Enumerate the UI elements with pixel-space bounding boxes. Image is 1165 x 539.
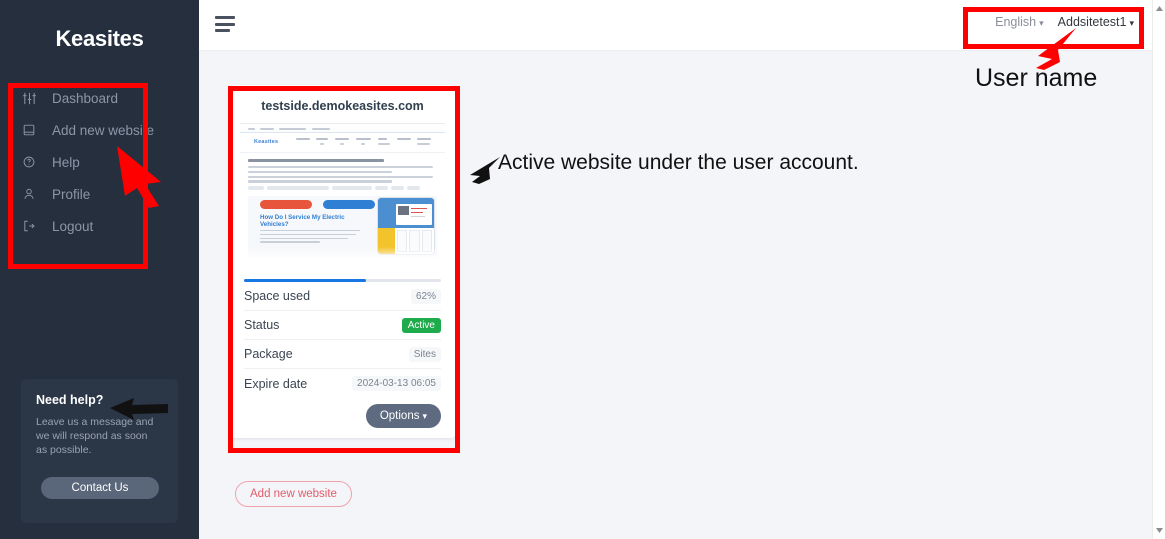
hamburger-icon[interactable] — [215, 16, 237, 36]
contact-us-button[interactable]: Contact Us — [41, 477, 159, 499]
sidebar-item-logout[interactable]: Logout — [22, 210, 199, 242]
sidebar-item-label: Add new website — [52, 122, 155, 138]
table-row: Space used 62% — [244, 282, 441, 311]
status-badge: Active — [401, 317, 441, 333]
chevron-down-icon: ▾ — [422, 411, 427, 421]
preview-hero-paragraph — [260, 229, 360, 246]
question-circle-icon — [22, 153, 46, 171]
brand-logo: Keasites — [55, 26, 144, 51]
logout-arrow-icon — [22, 217, 46, 235]
add-new-website-button[interactable]: Add new website — [235, 481, 352, 507]
help-card-text: Leave us a message and we will respond a… — [36, 416, 154, 456]
preview-fade-overlay — [240, 247, 445, 265]
preview-utility-bar — [240, 124, 445, 133]
website-preview-thumbnail[interactable]: Keasites How Do I Service My Electric Ve… — [240, 123, 445, 265]
app-root: Keasites Dashboard Add new website Help … — [0, 0, 1165, 539]
help-card: Need help? Leave us a message and we wil… — [21, 379, 178, 523]
row-label: Status — [244, 318, 280, 332]
chevron-down-icon: ▾ — [1129, 18, 1134, 28]
scroll-down-arrow-icon[interactable] — [1153, 524, 1165, 537]
row-label: Package — [244, 347, 293, 361]
sidebar-item-label: Logout — [52, 218, 94, 234]
sidebar-item-label: Dashboard — [52, 90, 119, 106]
table-row: Expire date 2024-03-13 06:05 — [244, 369, 441, 398]
browser-window-icon — [22, 121, 46, 139]
user-name-label: Addsitetest1 — [1057, 15, 1127, 29]
preview-body: How Do I Service My Electric Vehicles? — [240, 153, 445, 258]
topbar-right-controls: English ▾ Addsitetest1 ▾ — [995, 15, 1134, 29]
sidebar-item-profile[interactable]: Profile — [22, 178, 199, 210]
hamburger-line — [215, 22, 235, 26]
sliders-icon — [22, 89, 46, 107]
website-card-details: Space used 62% Status Active Package Sit… — [244, 282, 441, 398]
preview-navbar: Keasites — [240, 133, 445, 153]
page-scrollbar[interactable] — [1152, 0, 1165, 539]
language-selector[interactable]: English ▾ — [995, 15, 1044, 29]
row-label: Space used — [244, 289, 311, 303]
website-domain: testside.demokeasites.com — [261, 99, 424, 113]
chevron-down-icon: ▾ — [1039, 18, 1044, 28]
preview-app-store-button — [323, 199, 375, 209]
options-row: Options ▾ — [230, 398, 455, 430]
row-value: 2024-03-13 06:05 — [352, 376, 441, 391]
sidebar-item-label: Help — [52, 154, 80, 170]
preview-google-play-button — [260, 199, 312, 209]
table-row: Status Active — [244, 311, 441, 340]
preview-tablet-mockup — [377, 196, 435, 255]
table-row: Package Sites — [244, 340, 441, 369]
hamburger-line — [215, 29, 230, 32]
sidebar-item-label: Profile — [52, 186, 91, 202]
sidebar-item-dashboard[interactable]: Dashboard — [22, 82, 199, 114]
preview-hero-heading: How Do I Service My Electric Vehicles? — [260, 213, 345, 229]
options-button[interactable]: Options ▾ — [365, 404, 441, 428]
row-value: Sites — [408, 346, 441, 362]
sidebar-item-help[interactable]: Help — [22, 146, 199, 178]
website-card: testside.demokeasites.com Keasites How D… — [230, 85, 455, 438]
person-icon — [22, 185, 46, 203]
row-value: 62% — [410, 288, 441, 304]
sidebar: Keasites Dashboard Add new website Help … — [0, 0, 199, 539]
hamburger-line — [215, 16, 235, 19]
language-label: English — [995, 15, 1037, 29]
user-menu[interactable]: Addsitetest1 ▾ — [1058, 15, 1134, 29]
scroll-up-arrow-icon[interactable] — [1153, 2, 1165, 15]
help-card-title: Need help? — [36, 393, 104, 407]
sidebar-nav: Dashboard Add new website Help Profile L… — [0, 82, 199, 242]
topbar: English ▾ Addsitetest1 ▾ — [199, 0, 1152, 51]
main-content: testside.demokeasites.com Keasites How D… — [199, 51, 1152, 539]
row-label: Expire date — [244, 376, 308, 391]
preview-logo: Keasites — [254, 139, 279, 145]
options-button-label: Options — [379, 410, 420, 422]
sidebar-item-add-new-website[interactable]: Add new website — [22, 114, 199, 146]
